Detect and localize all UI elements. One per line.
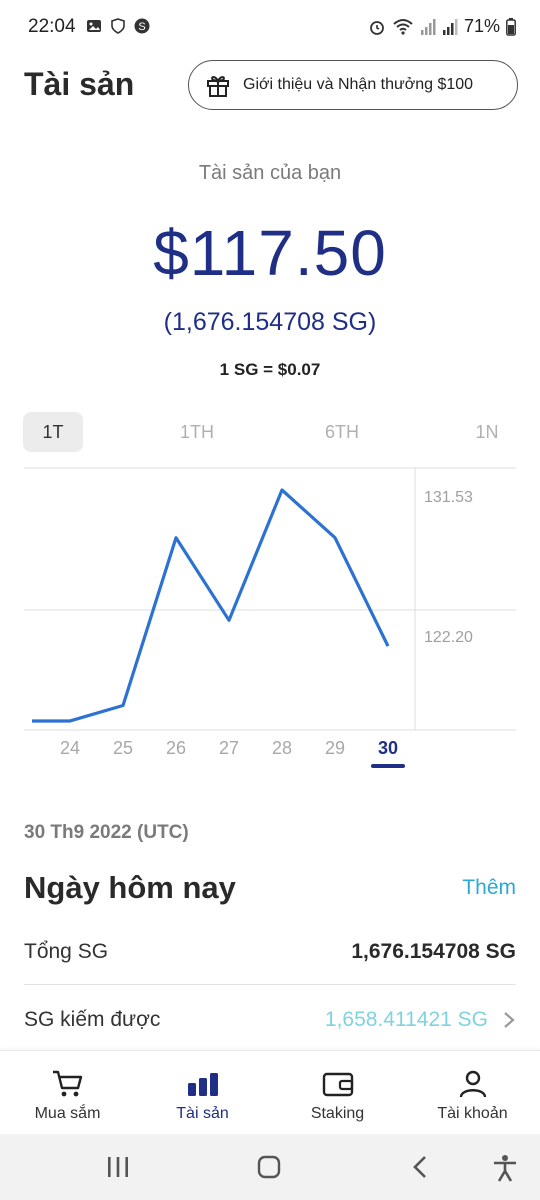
x-tick-label: 24 xyxy=(60,738,80,758)
nav-staking[interactable]: Staking xyxy=(270,1051,405,1135)
range-tab-6th[interactable]: 6TH xyxy=(312,412,372,452)
battery-icon xyxy=(506,17,516,36)
x-tick-label: 27 xyxy=(219,738,239,758)
total-sg-label: Tổng SG xyxy=(24,940,109,963)
earned-sg-row[interactable]: SG kiếm được 1,658.411421 SG xyxy=(0,988,540,1052)
nav-assets[interactable]: Tài sản xyxy=(135,1051,270,1135)
person-icon xyxy=(459,1070,486,1098)
s-app-icon: S xyxy=(134,18,150,34)
wifi-icon xyxy=(393,18,413,35)
more-link[interactable]: Thêm xyxy=(462,876,516,900)
exchange-rate: 1 SG = $0.07 xyxy=(219,360,321,379)
signal-icon xyxy=(420,18,436,35)
today-title: Ngày hôm nay xyxy=(24,870,236,905)
x-tick-label: 25 xyxy=(113,738,133,758)
recent-apps-icon[interactable] xyxy=(106,1154,130,1180)
range-tab-1th[interactable]: 1TH xyxy=(167,412,227,452)
gallery-icon xyxy=(87,20,101,32)
nav-account[interactable]: Tài khoản xyxy=(405,1051,540,1135)
x-tick-label: 30 xyxy=(378,738,398,758)
page-title: Tài sản xyxy=(24,66,135,102)
range-tab-1n[interactable]: 1N xyxy=(457,412,517,452)
home-icon[interactable] xyxy=(256,1154,282,1180)
accessibility-icon[interactable] xyxy=(492,1154,518,1182)
asset-chart[interactable]: 131.53 122.20 24 25 26 27 28 29 30 xyxy=(0,460,540,780)
range-tab-1t[interactable]: 1T xyxy=(23,412,83,452)
balance-sg: (1,676.154708 SG) xyxy=(163,308,377,336)
referral-label: Giới thiệu và Nhận thưởng $100 xyxy=(243,76,474,93)
x-tick-label: 28 xyxy=(272,738,292,758)
cart-icon xyxy=(52,1070,82,1097)
bottom-nav: Mua sắm Tài sản Staking Tài khoản xyxy=(0,1050,540,1134)
y-tick-label: 122.20 xyxy=(424,629,473,646)
nav-shop[interactable]: Mua sắm xyxy=(0,1051,135,1135)
svg-text:S: S xyxy=(138,21,145,33)
balance-caption: Tài sản của bạn xyxy=(198,162,342,184)
referral-button[interactable]: Giới thiệu và Nhận thưởng $100 xyxy=(188,60,518,110)
status-time: 22:04 xyxy=(28,16,76,37)
shield-icon xyxy=(111,18,125,34)
earned-sg-value: 1,658.411421 SG xyxy=(324,1008,488,1031)
x-tick-label: 26 xyxy=(166,738,186,758)
divider xyxy=(24,984,516,985)
earned-sg-label: SG kiếm được xyxy=(24,1008,161,1031)
x-tick-label: 29 xyxy=(325,738,345,758)
system-nav-bar xyxy=(0,1134,540,1200)
chevron-right-icon xyxy=(504,1012,515,1028)
nav-account-label: Tài khoản xyxy=(437,1105,508,1122)
total-sg-value: 1,676.154708 SG xyxy=(351,940,516,963)
y-tick-label: 131.53 xyxy=(424,489,473,506)
status-bar: 22:04 S 71% xyxy=(0,0,540,56)
balance-usd: $117.50 xyxy=(153,217,387,289)
wallet-icon xyxy=(322,1072,353,1097)
bar-chart-icon xyxy=(187,1073,218,1096)
battery-percent: 71% xyxy=(463,16,500,36)
nav-assets-label: Tài sản xyxy=(176,1105,229,1122)
chart-line xyxy=(32,488,390,723)
nav-shop-label: Mua sắm xyxy=(34,1105,101,1122)
selected-day-indicator xyxy=(371,764,405,768)
nav-staking-label: Staking xyxy=(310,1105,365,1122)
gift-icon xyxy=(207,76,229,97)
total-sg-row: Tổng SG 1,676.154708 SG xyxy=(0,920,540,984)
date-label: 30 Th9 2022 (UTC) xyxy=(24,822,189,843)
back-icon[interactable] xyxy=(410,1154,430,1180)
signal-icon-2 xyxy=(442,18,458,35)
alarm-icon xyxy=(370,20,384,35)
